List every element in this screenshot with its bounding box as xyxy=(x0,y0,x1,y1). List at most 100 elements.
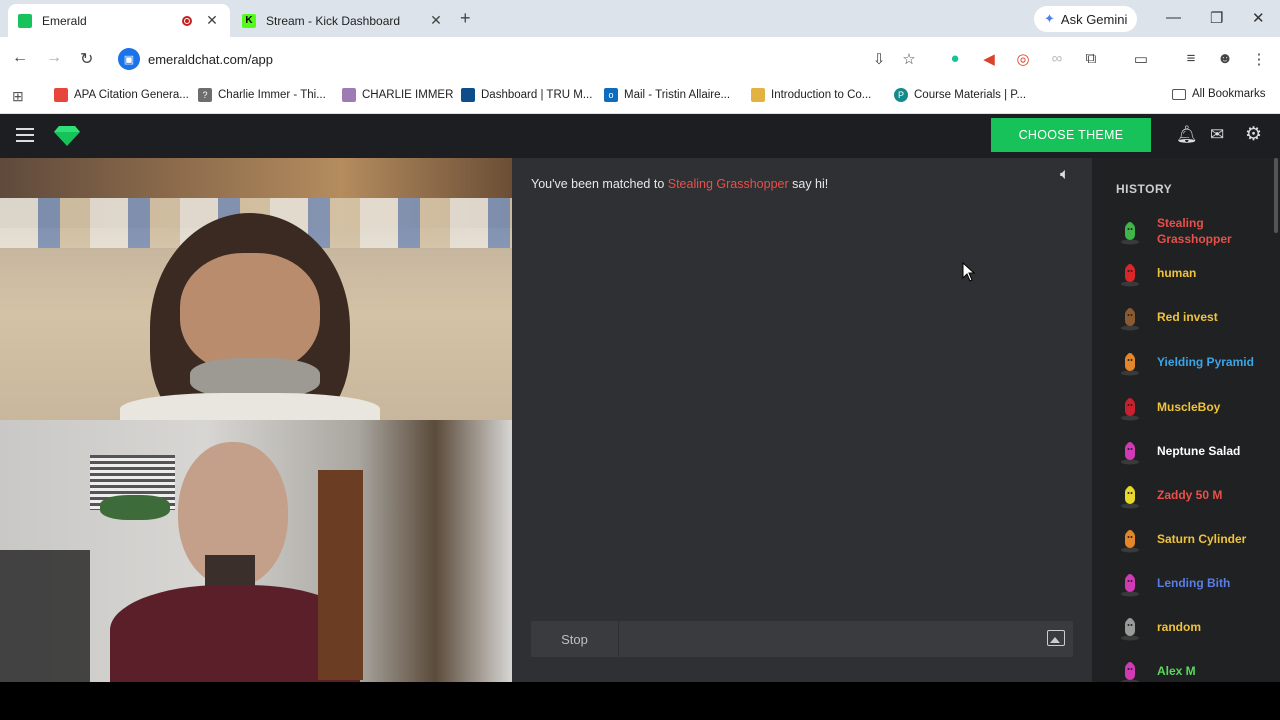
ask-gemini-label: Ask Gemini xyxy=(1060,11,1128,27)
history-title: HISTORY xyxy=(1116,182,1173,196)
course-icon: P xyxy=(894,88,908,102)
stop-button[interactable]: Stop xyxy=(531,621,619,657)
app-header: CHOOSE THEME 🔔︎ ✉ ⚙ xyxy=(0,114,1280,158)
bookmark-label: Dashboard | TRU M... xyxy=(481,89,593,101)
speaker-volume-icon[interactable]: 🔈︎ xyxy=(1060,166,1070,184)
send-image-icon[interactable] xyxy=(1047,630,1065,646)
install-app-icon[interactable]: ⇩ xyxy=(870,50,888,68)
bookmark-introduction[interactable]: Introduction to Co... xyxy=(751,88,871,102)
history-item[interactable]: Lending Bith xyxy=(1116,569,1262,597)
history-item[interactable]: Red invest xyxy=(1116,303,1262,331)
grammarly-icon[interactable]: ● xyxy=(946,50,964,67)
bookmark-charlie-immer[interactable]: CHARLIE IMMER xyxy=(342,88,453,102)
history-item[interactable]: Yielding Pyramid xyxy=(1116,348,1262,376)
history-item-name: Red invest xyxy=(1157,310,1218,324)
history-item[interactable]: human xyxy=(1116,259,1262,287)
minimize-icon[interactable]: — xyxy=(1166,9,1181,26)
bookmark-apa[interactable]: APA Citation Genera... xyxy=(54,88,189,102)
media-controls-icon[interactable]: ≡ xyxy=(1182,50,1200,67)
restore-icon[interactable]: ❐ xyxy=(1210,9,1223,27)
tab-title: Emerald xyxy=(42,13,87,28)
stranger-video-feed xyxy=(0,158,512,420)
chat-message-input[interactable] xyxy=(623,627,1023,651)
history-avatar-icon xyxy=(1116,613,1144,641)
match-suffix: say hi! xyxy=(788,177,829,191)
profile-avatar-icon[interactable]: ☻ xyxy=(1216,50,1234,67)
bookmark-course-materials[interactable]: P Course Materials | P... xyxy=(894,88,1026,102)
history-item-name: Lending Bith xyxy=(1157,576,1231,590)
history-item-name: Saturn Cylinder xyxy=(1157,532,1247,546)
history-item[interactable]: Saturn Cylinder xyxy=(1116,525,1262,553)
window-close-icon[interactable]: ✕ xyxy=(1252,9,1265,27)
all-bookmarks-label: All Bookmarks xyxy=(1192,88,1266,100)
new-tab-icon[interactable]: + xyxy=(460,8,471,29)
bottom-black-bar xyxy=(0,682,1280,720)
tru-icon xyxy=(461,88,475,102)
history-item[interactable]: Neptune Salad xyxy=(1116,437,1262,465)
hamburger-menu-icon[interactable] xyxy=(16,128,34,146)
history-avatar-icon xyxy=(1116,303,1144,331)
back-icon[interactable]: ← xyxy=(12,49,28,67)
forward-icon[interactable]: → xyxy=(46,49,62,67)
apa-icon xyxy=(54,88,68,102)
bookmark-star-icon[interactable]: ☆ xyxy=(900,50,918,68)
tab-emerald[interactable]: Emerald ✕ xyxy=(8,4,230,37)
reload-icon[interactable]: ↻ xyxy=(80,49,93,69)
history-avatar-icon xyxy=(1116,217,1144,245)
chat-input-bar: Stop xyxy=(531,621,1073,657)
messages-envelope-icon[interactable]: ✉ xyxy=(1210,125,1224,145)
url-text: emeraldchat.com/app xyxy=(148,51,274,67)
history-item[interactable]: random xyxy=(1116,613,1262,641)
close-tab-icon[interactable]: ✕ xyxy=(428,12,444,29)
menu-kebab-icon[interactable]: ⋮ xyxy=(1250,50,1268,68)
site-info-icon[interactable]: ▣ xyxy=(118,48,140,70)
screen: { "tabs": [ {"title": "Emerald", "active… xyxy=(0,0,1280,720)
extensions-puzzle-icon[interactable]: ⧉ xyxy=(1082,50,1100,67)
tab-kick-dashboard[interactable]: K Stream - Kick Dashboard ✕ xyxy=(232,4,454,37)
history-avatar-icon xyxy=(1116,657,1144,685)
sun-icon xyxy=(751,88,765,102)
apps-grid-icon[interactable]: ⊞ xyxy=(12,88,24,105)
ask-gemini-button[interactable]: ✦ Ask Gemini xyxy=(1034,6,1138,32)
bookmark-label: Course Materials | P... xyxy=(914,89,1027,101)
reading-list-icon[interactable]: ▭ xyxy=(1132,50,1150,68)
bookmark-charlie-immer-thi[interactable]: ? Charlie Immer - Thi... xyxy=(198,88,326,102)
browser-toolbar: ← → ↻ ▣ emeraldchat.com/app ⇩ ☆ ● ◀ ◎ ∞ … xyxy=(0,37,1280,81)
close-tab-icon[interactable]: ✕ xyxy=(204,12,220,29)
history-avatar-icon xyxy=(1116,437,1144,465)
bookmarks-bar: ⊞ APA Citation Genera... ? Charlie Immer… xyxy=(0,81,1280,114)
folder-icon xyxy=(1172,88,1186,100)
bookmark-dashboard-tru[interactable]: Dashboard | TRU M... xyxy=(461,88,592,102)
history-scrollbar[interactable] xyxy=(1274,158,1278,233)
history-item-name: Stealing Grasshopper xyxy=(1157,216,1232,246)
bookmark-label: Introduction to Co... xyxy=(771,89,872,101)
browser-tab-strip: Emerald ✕ K Stream - Kick Dashboard ✕ + … xyxy=(0,0,1280,37)
matched-user-name[interactable]: Stealing Grasshopper xyxy=(668,177,789,191)
gemini-sparkle-icon: ✦ xyxy=(1044,11,1055,26)
history-item-name: Zaddy 50 M xyxy=(1157,488,1223,502)
emerald-favicon-icon xyxy=(18,13,32,28)
history-avatar-icon xyxy=(1116,525,1144,553)
notifications-bell-icon[interactable]: 🔔︎ xyxy=(1176,125,1198,145)
settings-gear-icon[interactable]: ⚙ xyxy=(1245,123,1262,146)
bookmark-mail[interactable]: o Mail - Tristin Allaire... xyxy=(604,88,730,102)
tab-title: Stream - Kick Dashboard xyxy=(266,13,401,28)
all-bookmarks[interactable]: All Bookmarks xyxy=(1172,88,1266,100)
bookmark-label: CHARLIE IMMER xyxy=(362,89,454,101)
extension-link-icon[interactable]: ∞ xyxy=(1048,50,1066,67)
match-prefix: You've been matched to xyxy=(531,177,668,191)
mouse-cursor-icon xyxy=(962,262,976,282)
history-item[interactable]: Alex M xyxy=(1116,657,1262,685)
history-item-name: MuscleBoy xyxy=(1157,400,1221,414)
history-item[interactable]: Stealing Grasshopper xyxy=(1116,215,1262,247)
history-item-name: human xyxy=(1157,266,1197,280)
recording-icon xyxy=(182,15,192,26)
bookmark-label: Mail - Tristin Allaire... xyxy=(624,89,731,101)
choose-theme-button[interactable]: CHOOSE THEME xyxy=(991,118,1151,152)
emerald-logo-icon[interactable] xyxy=(54,126,80,146)
megaphone-icon[interactable]: ◀ xyxy=(980,50,998,68)
screen-capture-icon[interactable]: ◎ xyxy=(1014,50,1032,68)
history-item-name: Yielding Pyramid xyxy=(1157,355,1254,369)
history-item[interactable]: Zaddy 50 M xyxy=(1116,481,1262,509)
history-item[interactable]: MuscleBoy xyxy=(1116,393,1262,421)
